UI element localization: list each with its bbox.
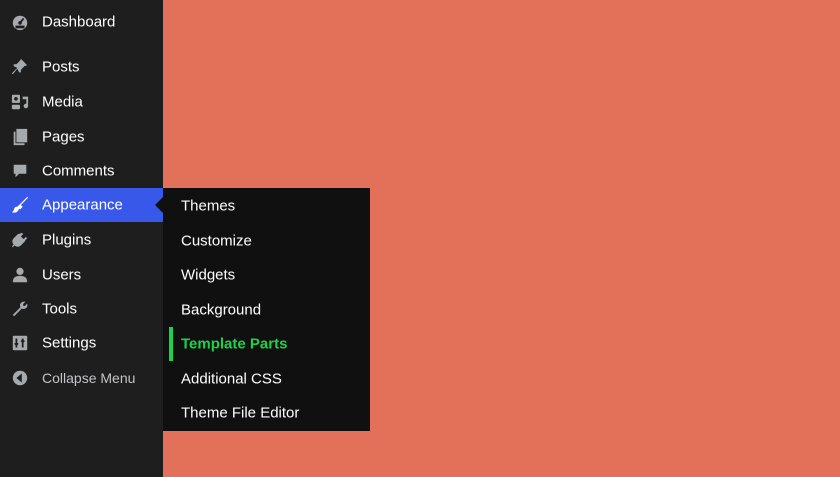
sidebar-item-settings[interactable]: Settings: [0, 326, 163, 360]
sidebar-item-plugins[interactable]: Plugins: [0, 223, 163, 257]
sidebar-item-pages[interactable]: Pages: [0, 120, 163, 154]
wrench-icon: [11, 300, 29, 318]
dashboard-icon: [11, 13, 29, 31]
sidebar-item-appearance[interactable]: Appearance: [0, 188, 163, 222]
sidebar-item-comments[interactable]: Comments: [0, 154, 163, 188]
paintbrush-icon: [11, 196, 29, 214]
media-icon: [11, 93, 29, 111]
main-content-area: [163, 0, 840, 477]
sidebar-item-label: Appearance: [42, 196, 123, 214]
sidebar-item-tools[interactable]: Tools: [0, 292, 163, 326]
sidebar-item-media[interactable]: Media: [0, 85, 163, 119]
sidebar-item-label: Posts: [42, 58, 80, 76]
user-icon: [11, 266, 29, 284]
sidebar-item-dashboard[interactable]: Dashboard: [0, 5, 163, 39]
sidebar-item-label: Tools: [42, 300, 78, 318]
plug-icon: [11, 231, 29, 249]
sidebar-item-label: Plugins: [42, 231, 92, 249]
sidebar-item-label: Settings: [42, 334, 97, 352]
comment-icon: [11, 162, 29, 180]
admin-sidebar: Dashboard Posts Media Pages Comments App…: [0, 0, 163, 477]
pushpin-icon: [11, 58, 29, 76]
collapse-menu-button[interactable]: Collapse Menu: [0, 361, 163, 395]
sidebar-item-label: Comments: [42, 162, 115, 180]
settings-icon: [11, 334, 29, 352]
sidebar-item-label: Dashboard: [42, 13, 116, 31]
sidebar-item-posts[interactable]: Posts: [0, 50, 163, 84]
sidebar-item-label: Users: [42, 266, 82, 284]
sidebar-item-label: Pages: [42, 128, 85, 146]
sidebar-item-label: Media: [42, 93, 83, 111]
sidebar-item-users[interactable]: Users: [0, 258, 163, 292]
collapse-arrow-icon: [11, 369, 29, 387]
pages-icon: [11, 128, 29, 146]
collapse-menu-label: Collapse Menu: [42, 370, 136, 386]
